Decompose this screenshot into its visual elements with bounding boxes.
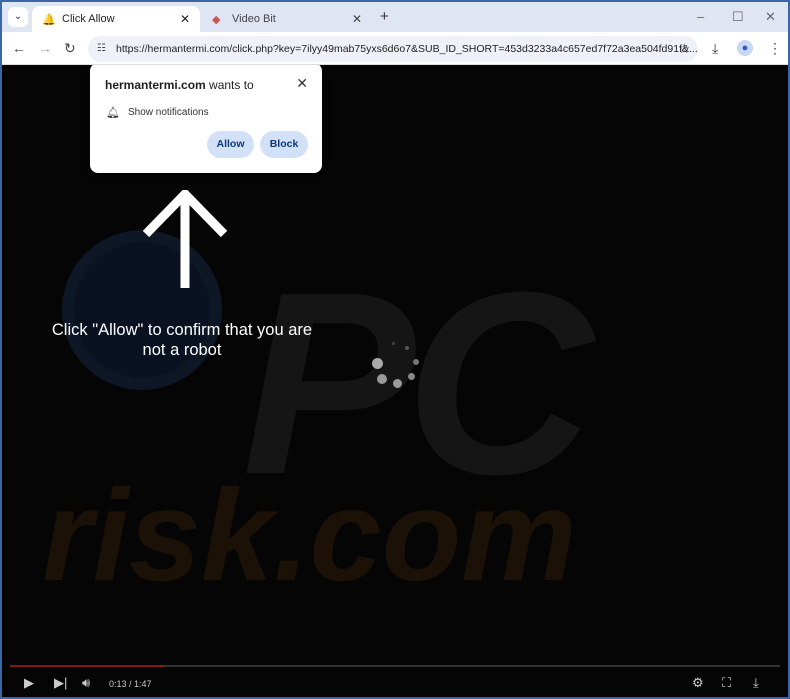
back-button[interactable]: ← <box>12 40 26 56</box>
play-icon[interactable]: ▶ <box>24 675 34 691</box>
close-tab-icon[interactable]: ✕ <box>180 12 190 26</box>
maximize-button[interactable]: ☐ <box>732 9 744 25</box>
page-content: PC risk.com Click "Allow" to confirm tha… <box>2 65 788 697</box>
arrow-up-icon <box>142 190 228 288</box>
tab-click-allow[interactable]: 🔔 Click Allow ✕ <box>32 6 200 32</box>
progress-fill <box>10 665 164 667</box>
bookmark-star-icon[interactable]: ☆ <box>678 36 690 62</box>
reload-button[interactable]: ↻ <box>64 40 76 57</box>
forward-button[interactable]: → <box>38 40 52 56</box>
video-progress-bar[interactable] <box>10 665 780 667</box>
loading-spinner <box>367 340 422 390</box>
minimize-button[interactable]: – <box>697 9 704 24</box>
menu-icon[interactable]: ⋮ <box>768 40 782 57</box>
download-icon[interactable]: ⤓ <box>712 40 718 57</box>
tab-title: Click Allow <box>62 13 115 25</box>
fullscreen-icon[interactable]: ⛶ <box>722 675 731 691</box>
tab-video-bit[interactable]: ◆ Video Bit ✕ <box>202 6 372 32</box>
download-video-icon[interactable]: ⤓ <box>753 675 759 691</box>
tab-search-button[interactable]: ⌄ <box>8 7 28 27</box>
next-icon[interactable]: ▶| <box>54 675 67 691</box>
block-button[interactable]: Block <box>260 131 308 158</box>
allow-button[interactable]: Allow <box>207 131 254 158</box>
bell-icon: 🔔︎ <box>106 107 120 119</box>
notification-permission-popup: hermantermi.com wants to ✕ 🔔︎ Show notif… <box>90 65 322 173</box>
close-popup-button[interactable]: ✕ <box>296 75 308 92</box>
tab-bar: ⌄ 🔔 Click Allow ✕ ◆ Video Bit ✕ + – ☐ ✕ <box>2 2 788 32</box>
popup-title: hermantermi.com wants to <box>105 78 254 92</box>
volume-icon[interactable]: 🔊︎ <box>82 675 90 691</box>
address-bar[interactable]: ☷ https://hermantermi.com/click.php?key=… <box>88 36 698 62</box>
settings-icon[interactable]: ⚙ <box>692 675 704 691</box>
watermark-risk: risk.com <box>42 462 577 608</box>
url-text: https://hermantermi.com/click.php?key=7i… <box>116 43 698 55</box>
profile-avatar[interactable]: ● <box>737 40 753 56</box>
video-icon: ◆ <box>212 13 221 26</box>
time-display: 0:13 / 1:47 <box>109 679 152 689</box>
bell-icon: 🔔 <box>42 13 56 26</box>
close-tab-icon[interactable]: ✕ <box>352 12 362 26</box>
close-window-button[interactable]: ✕ <box>765 9 776 25</box>
robot-message: Click "Allow" to confirm that you are no… <box>51 321 313 359</box>
site-info-icon[interactable]: ☷ <box>97 36 106 62</box>
new-tab-button[interactable]: + <box>380 8 389 25</box>
tab-title: Video Bit <box>232 13 276 25</box>
permission-label: Show notifications <box>127 107 209 118</box>
permission-row: 🔔︎ Show notifications <box>106 106 209 119</box>
browser-window: ⌄ 🔔 Click Allow ✕ ◆ Video Bit ✕ + – ☐ ✕ … <box>2 2 788 697</box>
toolbar: ← → ↻ ☷ https://hermantermi.com/click.ph… <box>2 32 788 65</box>
